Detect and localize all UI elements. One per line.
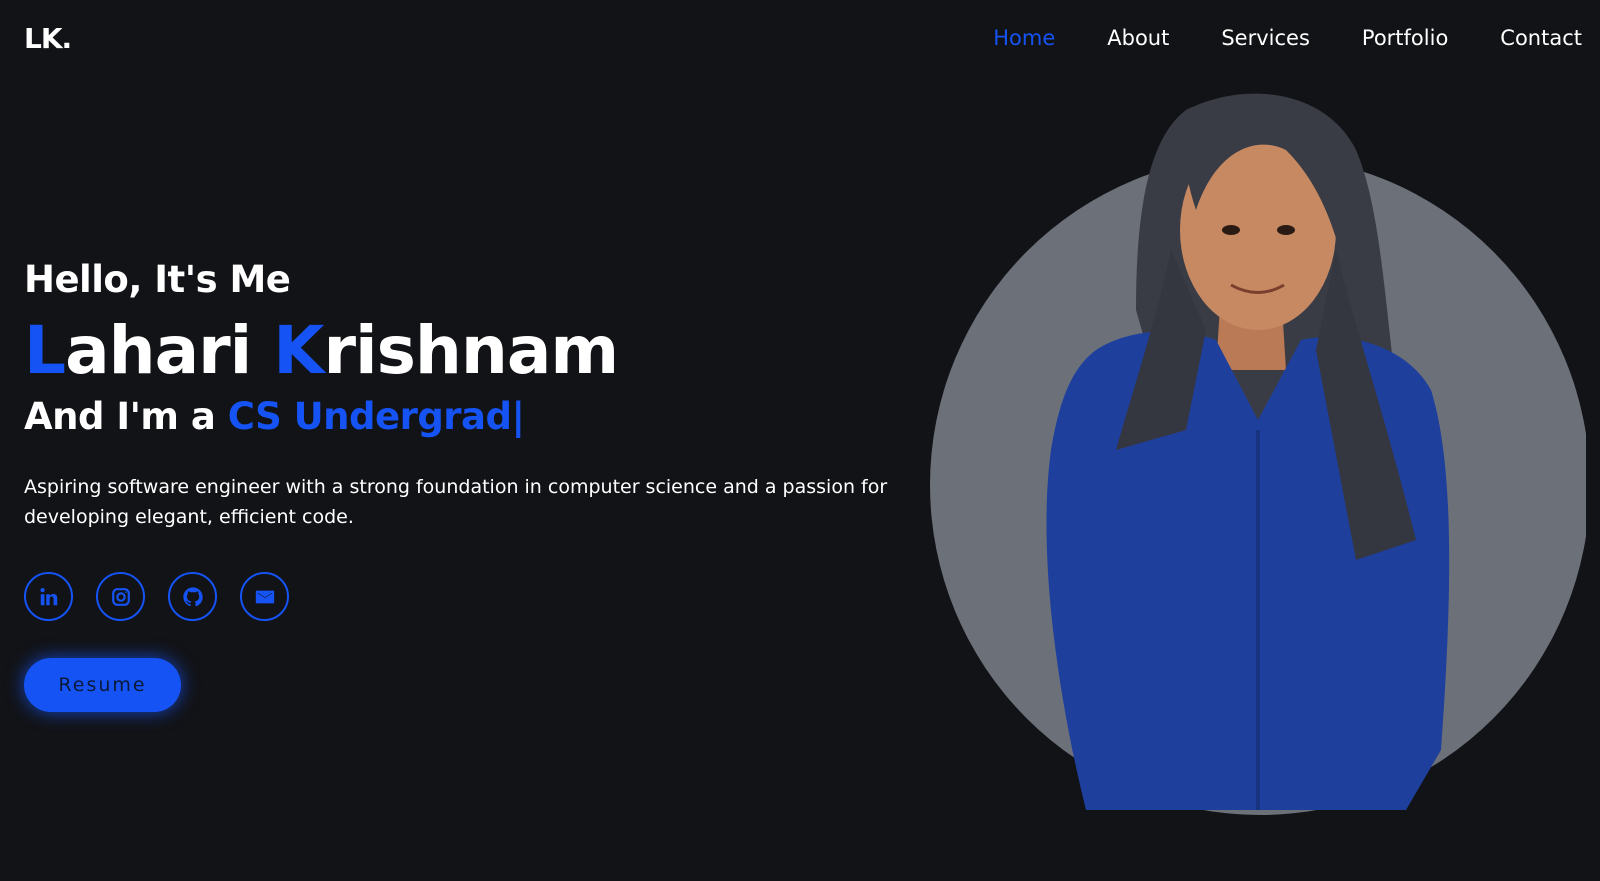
instagram-icon — [111, 587, 130, 606]
role-typed-text: CS Undergrad — [227, 395, 512, 438]
profile-photo — [930, 93, 1586, 815]
social-links — [24, 572, 904, 621]
nav-services[interactable]: Services — [1221, 26, 1310, 50]
nav-portfolio[interactable]: Portfolio — [1362, 26, 1448, 50]
hero-greeting: Hello, It's Me — [24, 258, 291, 301]
hero-description: Aspiring software engineer with a strong… — [24, 476, 888, 528]
typing-caret: | — [511, 395, 526, 438]
nav-contact[interactable]: Contact — [1500, 26, 1582, 50]
mail-icon — [255, 590, 274, 603]
email-link[interactable] — [240, 572, 289, 621]
nav-home[interactable]: Home — [993, 26, 1055, 50]
name-last-initial: K — [273, 312, 324, 389]
hero-name: Lahari Krishnam — [24, 311, 904, 391]
instagram-link[interactable] — [96, 572, 145, 621]
hero-role: And I'm a CS Undergrad| — [24, 395, 904, 438]
nav-about[interactable]: About — [1107, 26, 1169, 50]
name-first-initial: L — [24, 312, 66, 389]
linkedin-icon — [39, 587, 57, 605]
portrait-shirt — [1046, 331, 1450, 810]
main-nav: Home About Services Portfolio Contact — [993, 26, 1582, 50]
role-prefix: And I'm a — [24, 395, 216, 438]
site-header: LK. Home About Services Portfolio Contac… — [0, 0, 1600, 80]
resume-button[interactable]: Resume — [24, 658, 181, 712]
hero-section: Hello, It's Me Lahari Krishnam And I'm a… — [24, 258, 904, 712]
name-first-rest: ahari — [65, 312, 252, 389]
name-last-rest: rishnam — [323, 312, 619, 389]
github-link[interactable] — [168, 572, 217, 621]
linkedin-link[interactable] — [24, 572, 73, 621]
site-logo[interactable]: LK. — [24, 22, 72, 55]
github-icon — [182, 586, 203, 606]
